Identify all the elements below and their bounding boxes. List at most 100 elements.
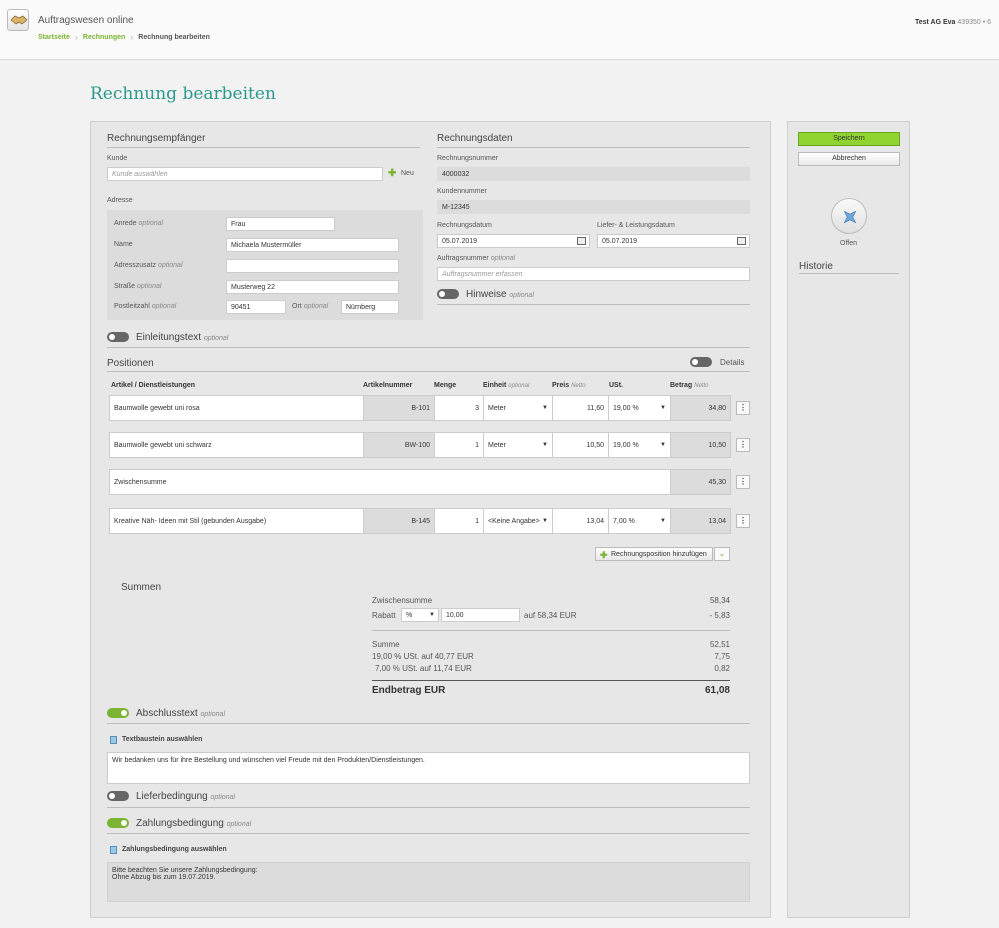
recipient-heading: Rechnungsempfänger [107,133,206,144]
endbetrag-label: Endbetrag EUR [372,685,446,696]
abschluss-label: Abschlusstext optional [136,708,226,719]
summen-heading: Summen [121,582,162,593]
subtotal-row[interactable]: Zwischensumme 45,30 [109,469,731,495]
row-preis[interactable]: 11,60 [552,396,608,420]
rabatt-value-input[interactable]: 10,00 [441,608,520,622]
dropdown-arrow-icon: ▼ [542,442,548,448]
einleitung-toggle[interactable] [107,332,129,342]
save-button[interactable]: Speichern [798,132,900,146]
row-menge[interactable]: 3 [434,396,483,420]
add-position-button[interactable]: ✚ Rechnungsposition hinzufügen [595,547,713,561]
divider [437,147,750,148]
name-label: Name [114,241,133,248]
user-info[interactable]: Test AG Eva 439350 • 6 [915,19,991,26]
col-betrag: Betrag Netto [670,382,709,389]
divider [107,833,750,834]
row-menge[interactable]: 1 [434,433,483,457]
chevron-down-icon[interactable]: ⌄ [714,547,730,561]
row-ust[interactable]: 19,00 % ▼ [608,396,670,420]
row-name[interactable]: Baumwolle gewebt uni rosa [110,396,363,420]
row-einheit[interactable]: <Keine Angabe> ▼ [483,509,552,533]
lieferdatum-input[interactable]: 05.07.2019 [597,234,750,248]
top-bar: Auftragswesen online Startseite › Rechnu… [0,0,999,60]
einleitung-label: Einleitungstext optional [136,332,229,343]
row-artnr[interactable]: B-145 [363,509,434,533]
zahlung-textarea: Bitte beachten Sie unsere Zahlungsbeding… [107,862,750,902]
dropdown-arrow-icon: ▼ [660,518,666,524]
strasse-label: Straße optional [114,283,162,290]
row-einheit[interactable]: Meter ▼ [483,433,552,457]
breadcrumb-rechnungen[interactable]: Rechnungen [83,34,125,41]
row-betrag: 10,50 [670,433,730,457]
name-input[interactable]: Michaela Mustermüller [226,238,399,252]
kunde-input[interactable]: Kunde auswählen [107,167,383,181]
more-vertical-icon[interactable]: ⋮ [736,438,750,452]
zahlung-toggle[interactable] [107,818,129,828]
textbaustein-link[interactable]: Textbaustein auswählen [110,736,202,744]
plus-icon[interactable]: ✚ [388,168,396,179]
more-vertical-icon[interactable]: ⋮ [736,401,750,415]
row-artnr[interactable]: BW-100 [363,433,434,457]
row-betrag: 13,04 [670,509,730,533]
abschluss-textarea[interactable]: Wir bedanken uns für ihre Bestellung und… [107,752,750,784]
divider [437,304,750,305]
dropdown-arrow-icon: ▼ [542,405,548,411]
rabatt-basis: auf 58,34 EUR [524,611,577,620]
row-einheit[interactable]: Meter ▼ [483,396,552,420]
rabatt-type-select[interactable]: % ▼ [401,608,439,622]
anrede-input[interactable]: Frau [226,217,335,231]
adresse-label: Adresse [107,197,133,204]
more-vertical-icon[interactable]: ⋮ [736,514,750,528]
table-row[interactable]: Kreative Näh- Ideen mit Stil (gebunden A… [109,508,731,534]
plz-input[interactable]: 90451 [226,300,286,314]
divider [372,680,730,681]
address-box: Anrede optional Frau Name Michaela Muste… [107,210,423,320]
zusatz-label: Adresszusatz optional [114,262,183,269]
rechnungsnummer-field: 4000032 [437,167,750,181]
divider [107,371,750,372]
ort-input[interactable]: Nürnberg [341,300,399,314]
table-row[interactable]: Baumwolle gewebt uni schwarz BW-100 1 Me… [109,432,731,458]
rechnungsdatum-input[interactable]: 05.07.2019 [437,234,590,248]
breadcrumb: Startseite › Rechnungen › Rechnung bearb… [38,32,210,42]
plz-label: Postleitzahl optional [114,303,177,310]
rabatt-label: Rabatt [372,611,396,620]
cancel-button[interactable]: Abbrechen [798,152,900,166]
lieferbedingung-toggle[interactable] [107,791,129,801]
col-ust: USt. [609,382,623,389]
calendar-icon[interactable] [737,237,746,245]
row-preis[interactable]: 10,50 [552,433,608,457]
row-name[interactable]: Kreative Näh- Ideen mit Stil (gebunden A… [110,509,363,533]
zahlungsbedingung-link[interactable]: Zahlungsbedingung auswählen [110,846,227,854]
app-title: Auftragswesen online [38,15,134,26]
col-artikel: Artikel / Dienstleistungen [111,382,196,389]
details-toggle[interactable] [690,357,712,367]
details-label: Details [720,358,745,367]
ust19-value: 7,75 [714,652,730,661]
strasse-input[interactable]: Musterweg 22 [226,280,399,294]
col-preis: Preis Netto [552,382,586,389]
calendar-icon[interactable] [577,237,586,245]
row-menge[interactable]: 1 [434,509,483,533]
positionen-heading: Positionen [107,358,154,369]
auftragsnummer-input[interactable]: Auftragsnummer erfassen [437,267,750,281]
table-row[interactable]: Baumwolle gewebt uni rosa B-101 3 Meter ▼… [109,395,731,421]
row-name[interactable]: Baumwolle gewebt uni schwarz [110,433,363,457]
breadcrumb-startseite[interactable]: Startseite [38,34,70,41]
hinweise-toggle[interactable] [437,289,459,299]
row-ust[interactable]: 19,00 % ▼ [608,433,670,457]
plus-icon: ✚ [600,550,608,560]
anrede-label: Anrede optional [114,220,164,227]
zusatz-input[interactable] [226,259,399,273]
new-customer-link[interactable]: Neu [401,170,414,177]
abschluss-toggle[interactable] [107,708,129,718]
row-artnr[interactable]: B-101 [363,396,434,420]
row-ust[interactable]: 7,00 % ▼ [608,509,670,533]
hinweise-label: Hinweise optional [466,289,534,300]
row-preis[interactable]: 13,04 [552,509,608,533]
more-vertical-icon[interactable]: ⋮ [736,475,750,489]
summe-value: 52,51 [709,640,730,649]
handshake-logo-icon[interactable] [7,9,29,31]
summe-label: Summe [372,640,400,649]
ust7-label: 7,00 % USt. auf 11,74 EUR [375,664,472,673]
